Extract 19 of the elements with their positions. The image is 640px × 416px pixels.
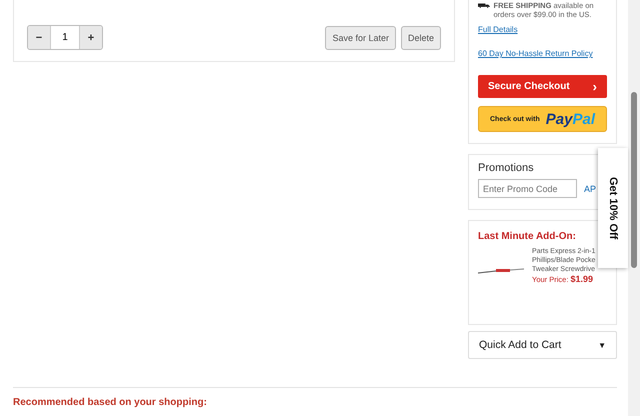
apply-link[interactable]: AP [584, 184, 596, 194]
promotions-title: Promotions [478, 162, 535, 174]
delete-button[interactable]: Delete [400, 26, 441, 50]
truck-icon [478, 1, 490, 10]
scrollbar[interactable] [628, 0, 640, 416]
quick-add-dropdown[interactable]: Quick Add to Cart ▼ [468, 331, 617, 359]
full-details-link[interactable]: Full Details [478, 25, 518, 34]
return-policy-link[interactable]: 60 Day No-Hassle Return Policy [478, 49, 593, 58]
decrease-button[interactable]: − [28, 26, 50, 49]
increase-button[interactable]: + [80, 26, 102, 49]
promo-code-field[interactable]: Enter Promo Code [478, 179, 577, 198]
recommended-heading: Recommended based on your shopping: [13, 397, 208, 408]
add-on-title: Last Minute Add-On: [478, 231, 577, 242]
quantity-field[interactable]: 1 [50, 26, 80, 49]
screwdriver-icon [478, 267, 524, 275]
save-for-later-button[interactable]: Save for Later [325, 26, 396, 50]
discount-tab[interactable]: Get 10% Off [598, 148, 628, 268]
quantity-stepper[interactable]: − 1 + [27, 25, 103, 50]
secure-checkout-button[interactable]: Secure Checkout › [478, 75, 607, 98]
